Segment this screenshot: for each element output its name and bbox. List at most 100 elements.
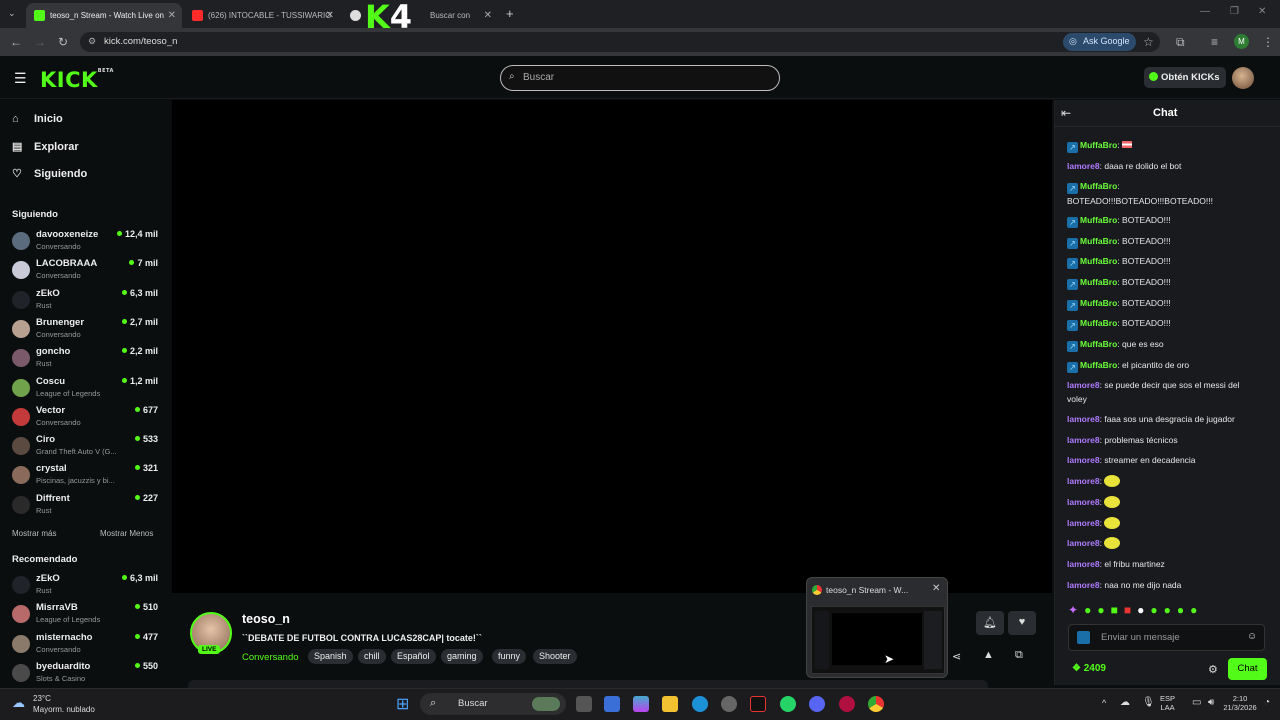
chat-username[interactable]: lamore8 — [1067, 497, 1100, 507]
sidebar-channel[interactable]: davooxeneize Conversando 12,4 mil — [12, 229, 162, 257]
steam-icon[interactable] — [721, 696, 737, 712]
chat-message[interactable]: ↗ MuffaBro: el picantito de oro — [1067, 358, 1257, 373]
emote-icon[interactable]: ■ — [1124, 603, 1137, 617]
emoji-picker-icon[interactable]: ☺ — [1247, 631, 1257, 642]
sidebar-channel[interactable]: goncho Rust 2,2 mil — [12, 346, 162, 374]
ask-google-button[interactable]: ◎ Ask Google — [1063, 33, 1136, 51]
language-indicator[interactable]: ESP LAA — [1160, 694, 1175, 712]
chat-username[interactable]: MuffaBro — [1080, 318, 1117, 328]
hamburger-menu-icon[interactable]: ☰ — [14, 70, 27, 87]
volume-icon[interactable]: 🔊︎ — [1208, 697, 1214, 708]
browser-menu-icon[interactable]: ⋮ — [1262, 35, 1274, 49]
chat-send-button[interactable]: Chat — [1228, 658, 1267, 680]
user-avatar[interactable] — [1232, 67, 1254, 89]
close-tab-icon[interactable]: ✕ — [168, 10, 176, 21]
chat-username[interactable]: MuffaBro — [1080, 181, 1117, 191]
emote-icon[interactable]: ✦ — [1068, 603, 1084, 617]
close-tab-icon[interactable]: ✕ — [484, 10, 492, 21]
chat-username[interactable]: MuffaBro — [1080, 277, 1117, 287]
chat-username[interactable]: MuffaBro — [1080, 236, 1117, 246]
nav-explorar[interactable]: ▤ Explorar — [12, 140, 79, 153]
sidebar-channel[interactable]: Ciro Grand Theft Auto V (G... 533 — [12, 434, 162, 462]
streamer-name[interactable]: teoso_n — [242, 612, 290, 626]
edge-icon[interactable] — [692, 696, 708, 712]
chat-username[interactable]: MuffaBro — [1080, 256, 1117, 266]
address-bar[interactable]: ⚙ kick.com/teoso_n — [80, 32, 1160, 52]
sidebar-channel[interactable]: byeduardito Slots & Casino 550 — [12, 661, 162, 689]
sidebar-channel[interactable]: Diffrent Rust 227 — [12, 493, 162, 521]
emote-icon[interactable]: ● — [1150, 603, 1163, 617]
sidebar-channel[interactable]: zEkO Rust 6,3 mil — [12, 288, 162, 316]
chat-username[interactable]: lamore8 — [1067, 518, 1100, 528]
sidebar-channel[interactable]: misternacho Conversando 477 — [12, 632, 162, 660]
copilot-icon[interactable] — [633, 696, 649, 712]
chat-username[interactable]: lamore8 — [1067, 580, 1100, 590]
channel-points[interactable]: ❖ 2409 — [1072, 663, 1106, 674]
tiktok-icon[interactable] — [750, 696, 766, 712]
maximize-icon[interactable]: ❐ — [1230, 6, 1239, 17]
reload-icon[interactable]: ↻ — [58, 35, 68, 49]
preview-thumbnail[interactable] — [811, 606, 945, 674]
taskbar-search[interactable]: ⌕ Buscar — [420, 693, 566, 715]
whatsapp-icon[interactable] — [780, 696, 796, 712]
reading-list-icon[interactable]: ≡ — [1211, 35, 1218, 49]
get-kicks-button[interactable]: Obtén KICKs — [1144, 67, 1226, 88]
stream-category[interactable]: Conversando — [242, 652, 299, 663]
windows-start-icon[interactable]: ⊞ — [396, 694, 409, 714]
sidebar-channel[interactable]: MisrraVB League of Legends 510 — [12, 602, 162, 630]
stream-tag[interactable]: funny — [492, 649, 527, 664]
notification-bell-button[interactable]: 🔔︎ — [976, 611, 1004, 635]
notifications-icon[interactable]: ◔ — [1264, 697, 1270, 708]
discord-icon[interactable] — [809, 696, 825, 712]
chat-message[interactable]: lamore8: — [1067, 495, 1257, 509]
file-explorer-icon[interactable] — [662, 696, 678, 712]
chat-message[interactable]: ↗ MuffaBro: BOTEADO!!! — [1067, 234, 1257, 249]
chat-username[interactable]: MuffaBro — [1080, 339, 1117, 349]
chat-username[interactable]: lamore8 — [1067, 538, 1100, 548]
emote-icon[interactable]: ● — [1190, 603, 1203, 617]
sidebar-channel[interactable]: crystal Piscinas, jacuzzis y bi... 321 — [12, 463, 162, 491]
network-icon[interactable]: ▭ — [1192, 697, 1201, 708]
chat-username[interactable]: lamore8 — [1067, 161, 1100, 171]
show-more-link[interactable]: Mostrar más — [12, 529, 56, 538]
emote-icon[interactable]: ● — [1097, 603, 1110, 617]
chat-username[interactable]: lamore8 — [1067, 435, 1100, 445]
emote-bar[interactable]: ✦●●■■●●●●● — [1068, 603, 1203, 617]
nav-inicio[interactable]: ⌂ Inicio — [12, 113, 63, 125]
sidebar-channel[interactable]: Brunenger Conversando 2,7 mil — [12, 317, 162, 345]
share-icon[interactable]: ⋖ — [952, 650, 961, 663]
forward-icon[interactable]: → — [34, 35, 46, 49]
chat-message[interactable]: lamore8: problemas técnicos — [1067, 433, 1257, 447]
profile-avatar[interactable]: M — [1234, 34, 1249, 49]
emote-icon[interactable]: ● — [1177, 603, 1190, 617]
chat-message[interactable]: ↗ MuffaBro: que es eso — [1067, 337, 1257, 352]
chat-message[interactable]: ↗ MuffaBro: BOTEADO!!! — [1067, 275, 1257, 290]
chat-message[interactable]: ↗ MuffaBro: BOTEADO!!!BOTEADO!!!BOTEADO!!… — [1067, 179, 1257, 208]
kick-logo[interactable]: KICKBETA — [40, 68, 114, 92]
chrome-taskbar-icon[interactable] — [868, 696, 884, 712]
chat-username[interactable]: lamore8 — [1067, 455, 1100, 465]
close-tab-icon[interactable]: ✕ — [326, 10, 334, 21]
microphone-icon[interactable]: 🎙︎ — [1142, 697, 1155, 708]
chat-username[interactable]: MuffaBro — [1080, 298, 1117, 308]
chat-username[interactable]: MuffaBro — [1080, 140, 1117, 150]
stream-tag[interactable]: Shooter — [533, 649, 577, 664]
chat-username[interactable]: MuffaBro — [1080, 215, 1117, 225]
clip-icon[interactable]: ⧉ — [1015, 649, 1023, 662]
video-player[interactable] — [172, 100, 1052, 593]
show-hidden-icons-icon[interactable]: ^ — [1102, 698, 1106, 708]
stream-tag[interactable]: Español — [391, 649, 436, 664]
chat-message[interactable]: lamore8: el fribu martinez — [1067, 557, 1257, 571]
search-input[interactable]: ⌕ Buscar — [500, 65, 780, 91]
stream-tag[interactable]: gaming — [441, 649, 483, 664]
chat-message[interactable]: lamore8: daaa re dolido el bot — [1067, 159, 1257, 173]
collapse-chat-icon[interactable]: ⇤ — [1061, 106, 1071, 120]
chat-message[interactable]: lamore8: streamer en decadencia — [1067, 453, 1257, 467]
chat-message[interactable]: ↗ MuffaBro: BOTEADO!!! — [1067, 254, 1257, 269]
tab-list-icon[interactable]: ⌄ — [8, 8, 16, 19]
chat-message[interactable]: lamore8: faaa sos una desgracia de jugad… — [1067, 412, 1257, 426]
system-clock[interactable]: 2:10 21/3/2026 — [1222, 694, 1258, 712]
site-info-icon[interactable]: ⚙ — [88, 36, 96, 47]
chat-username[interactable]: lamore8 — [1067, 380, 1100, 390]
bookmark-star-icon[interactable]: ☆ — [1143, 35, 1154, 49]
